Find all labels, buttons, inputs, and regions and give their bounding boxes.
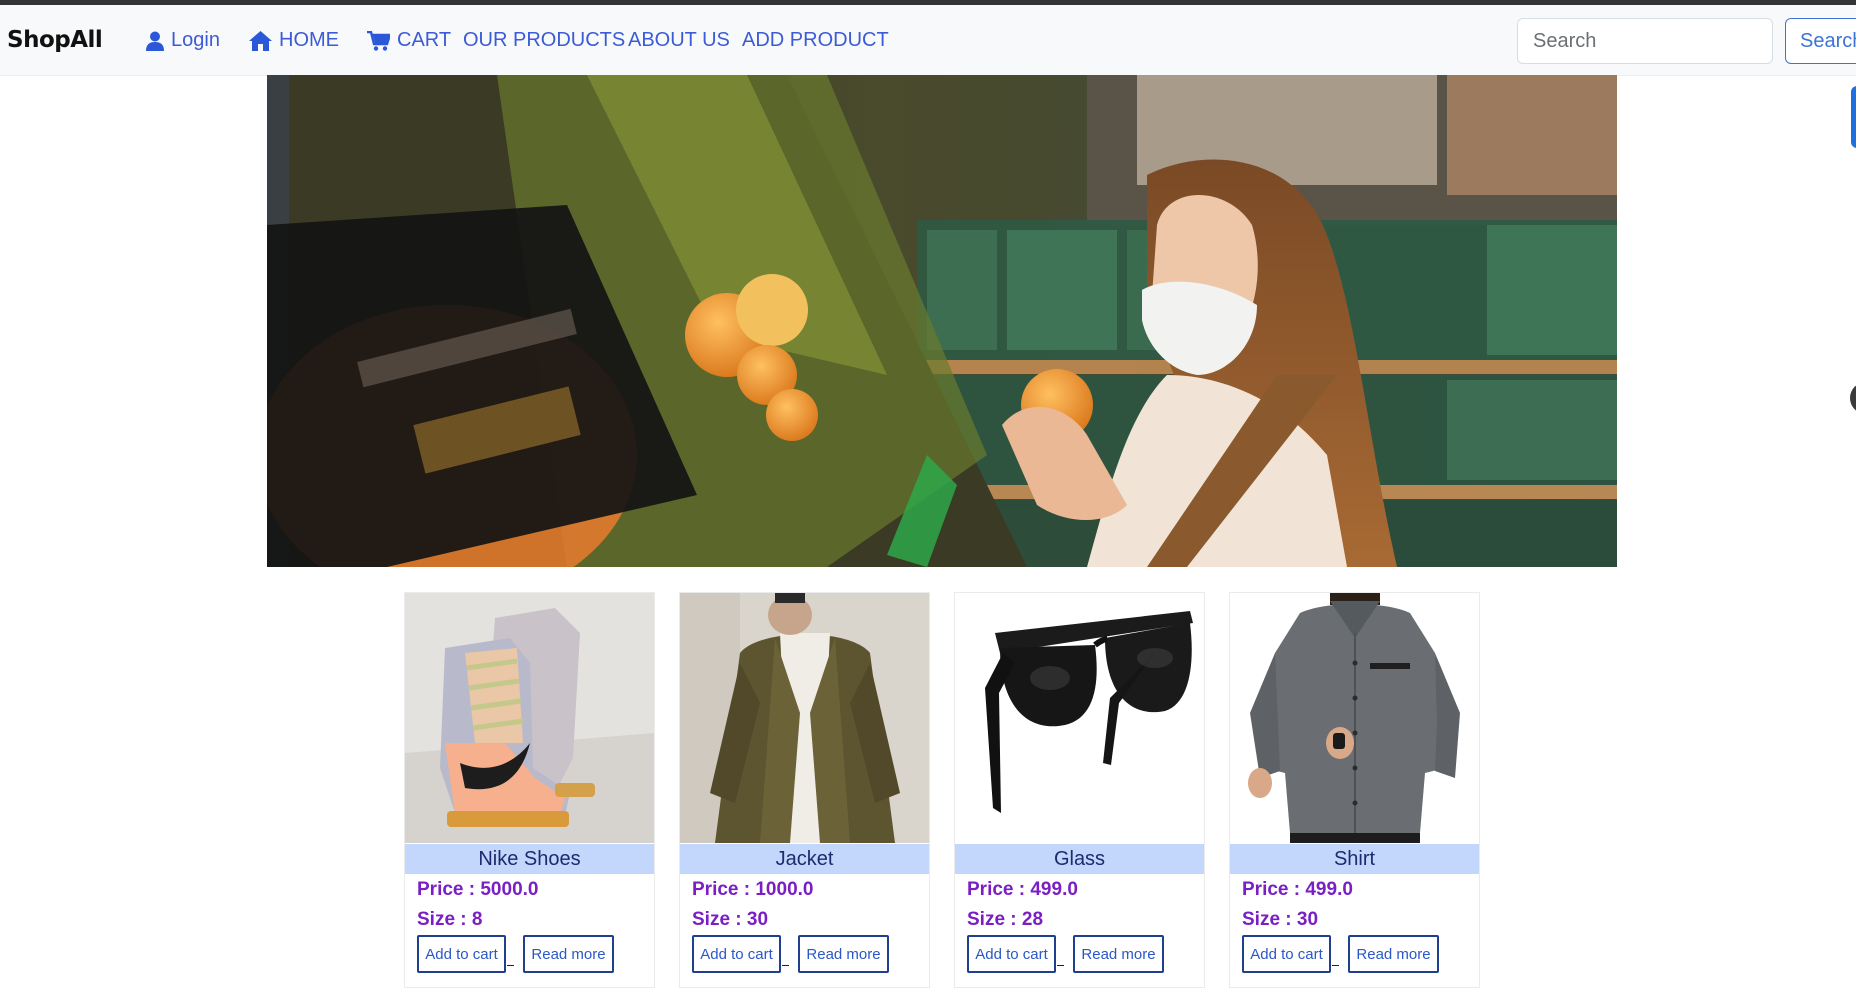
home-icon xyxy=(249,30,272,51)
cart-icon xyxy=(367,30,390,51)
shirt-illustration xyxy=(1230,593,1479,843)
nav-cart-label: CART xyxy=(397,29,452,51)
nav-cart-link[interactable]: CART xyxy=(367,29,451,52)
hero-supermarket-illustration xyxy=(267,75,1617,567)
button-separator xyxy=(782,965,789,966)
button-separator xyxy=(507,965,514,966)
product-image[interactable] xyxy=(1230,593,1479,843)
product-price: Price : 5000.0 xyxy=(417,879,539,900)
add-to-cart-button[interactable]: Add to cart xyxy=(1242,935,1331,973)
nav-home-link[interactable]: HOME xyxy=(249,29,339,52)
jacket-illustration xyxy=(680,593,929,843)
nav-our-products-label: OUR PRODUCTS xyxy=(463,29,626,51)
sunglasses-illustration xyxy=(955,593,1204,843)
read-more-button[interactable]: Read more xyxy=(1073,935,1164,973)
product-image[interactable] xyxy=(680,593,929,843)
nav-about-us-label: ABOUT US xyxy=(628,29,730,51)
sneaker-illustration xyxy=(405,593,654,843)
product-price: Price : 499.0 xyxy=(1242,879,1353,900)
read-more-button[interactable]: Read more xyxy=(1348,935,1439,973)
product-card: Shirt Price : 499.0 Size : 30 Add to car… xyxy=(1229,592,1480,988)
nav-home-label: HOME xyxy=(279,29,339,51)
button-separator xyxy=(1332,965,1339,966)
search-button[interactable]: Search xyxy=(1785,18,1856,64)
product-name[interactable]: Shirt xyxy=(1230,844,1479,874)
button-separator xyxy=(1057,965,1064,966)
product-image[interactable] xyxy=(955,593,1204,843)
nav-add-product-link[interactable]: ADD PRODUCT xyxy=(742,29,889,52)
navbar: ShopAll Login HOME CART OUR PRODUCTS ABO… xyxy=(0,5,1856,76)
product-name[interactable]: Nike Shoes xyxy=(405,844,654,874)
add-to-cart-button[interactable]: Add to cart xyxy=(417,935,506,973)
product-size: Size : 30 xyxy=(1242,909,1319,930)
user-icon xyxy=(146,31,164,51)
product-price: Price : 499.0 xyxy=(967,879,1078,900)
read-more-button[interactable]: Read more xyxy=(798,935,889,973)
nav-our-products-link[interactable]: OUR PRODUCTS xyxy=(463,29,625,52)
product-size: Size : 8 xyxy=(417,909,483,930)
nav-login-label: Login xyxy=(171,29,220,51)
nav-login-link[interactable]: Login xyxy=(146,29,220,52)
add-to-cart-button[interactable]: Add to cart xyxy=(967,935,1056,973)
nav-add-product-label: ADD PRODUCT xyxy=(742,29,889,51)
nav-about-us-link[interactable]: ABOUT US xyxy=(628,29,730,52)
side-feedback-tab[interactable] xyxy=(1851,86,1856,148)
product-name[interactable]: Jacket xyxy=(680,844,929,874)
product-card: Jacket Price : 1000.0 Size : 30 Add to c… xyxy=(679,592,930,988)
product-name[interactable]: Glass xyxy=(955,844,1204,874)
add-to-cart-button[interactable]: Add to cart xyxy=(692,935,781,973)
read-more-button[interactable]: Read more xyxy=(523,935,614,973)
product-size: Size : 28 xyxy=(967,909,1044,930)
product-image[interactable] xyxy=(405,593,654,843)
product-card: Glass Price : 499.0 Size : 28 Add to car… xyxy=(954,592,1205,988)
search-input[interactable] xyxy=(1517,18,1773,64)
product-size: Size : 30 xyxy=(692,909,769,930)
side-widget-handle[interactable] xyxy=(1850,382,1856,414)
product-card: Nike Shoes Price : 5000.0 Size : 8 Add t… xyxy=(404,592,655,988)
product-price: Price : 1000.0 xyxy=(692,879,814,900)
brand-logo[interactable]: ShopAll xyxy=(7,27,103,53)
hero-banner-image xyxy=(267,75,1617,567)
